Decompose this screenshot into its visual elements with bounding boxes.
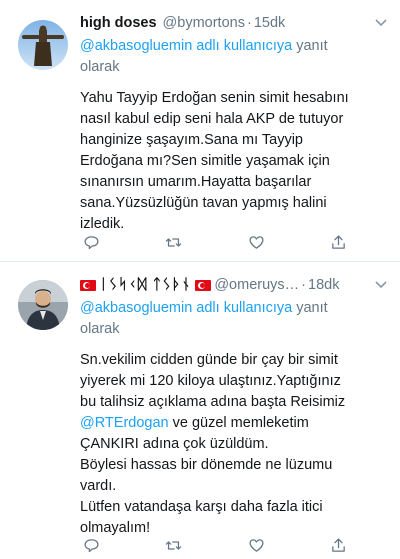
share-icon — [332, 537, 346, 552]
timestamp[interactable]: 18dk — [308, 277, 339, 293]
reply-button[interactable] — [80, 535, 102, 555]
reply-icon — [83, 538, 99, 552]
avatar[interactable] — [18, 20, 68, 70]
separator-dot: · — [301, 277, 306, 293]
reply-suffix: olarak — [80, 321, 120, 337]
user-handle[interactable]: @bymortons — [163, 15, 245, 31]
tweet-text-line: Yahu Tayyip Erdoğan senin simit hesabını — [80, 90, 349, 106]
like-button[interactable] — [245, 232, 267, 252]
reply-suffix: yanıt — [296, 300, 328, 316]
share-button[interactable] — [328, 535, 350, 555]
like-icon — [249, 235, 264, 249]
like-icon — [249, 538, 264, 552]
separator-dot: · — [246, 15, 252, 31]
reply-context: @akbasogluemin adlı kullanıcıya yanıt ol… — [80, 298, 388, 340]
retweet-icon — [165, 540, 182, 550]
reply-context: @akbasogluemin adlı kullanıcıya yanıt ol… — [80, 36, 388, 78]
tweet-text-line: Böylesi hassas bir dönemde ne lüzumu — [80, 457, 333, 473]
timestamp[interactable]: 15dk — [254, 15, 285, 31]
statue-avatar-icon — [18, 20, 68, 70]
chevron-down-icon[interactable] — [374, 12, 388, 34]
retweet-button[interactable] — [163, 232, 185, 252]
tweet-text-line: nasıl kabul edip seni hala AKP de tutuyo… — [80, 111, 344, 127]
man-avatar-icon — [18, 280, 68, 330]
reply-suffix: olarak — [80, 59, 120, 75]
user-handle[interactable]: @omeruys… — [214, 277, 299, 293]
tweet-card[interactable]: ᛁᛊᛋᚲᛞ ᛏᛊᚦᚾ @omeruys… · 18dk @akbasogluem… — [0, 262, 400, 559]
avatar[interactable] — [18, 280, 68, 330]
tweet-text-line: sana.Yüzsüzlüğün tavan yapmış halini — [80, 195, 327, 211]
tweet-text-line: Lütfen vatandaşa karşı daha fazla itici — [80, 499, 323, 515]
turkish-flag-icon — [195, 279, 212, 291]
mention-link[interactable]: @RTErdogan — [80, 415, 169, 431]
tweet-text: Yahu Tayyip Erdoğan senin simit hesabını… — [80, 88, 388, 235]
reply-mention-link[interactable]: @akbasogluemin adlı kullanıcıya — [80, 38, 292, 54]
retweet-button[interactable] — [163, 535, 185, 555]
reply-button[interactable] — [80, 232, 102, 252]
tweet-text-line: @RTErdogan ve güzel memleketim — [80, 413, 388, 434]
tweet-card[interactable]: high doses @bymortons · 15dk @akbasoglue… — [0, 0, 400, 262]
tweet-text-line: bu talihsiz açıklama adına başta Reisimi… — [80, 394, 346, 410]
display-name[interactable]: ᛁᛊᛋᚲᛞ ᛏᛊᚦᚾ — [99, 277, 191, 293]
tweet-text: Sn.vekilim cidden günde bir çay bir simi… — [80, 350, 388, 539]
tweet-text-line: yiyerek mi 120 kiloya ulaştınız.Yaptığın… — [80, 373, 341, 389]
display-name[interactable]: high doses — [80, 15, 157, 31]
tweet-text-line: ÇANKIRI adına çok üzüldüm. — [80, 436, 269, 452]
like-button[interactable] — [245, 535, 267, 555]
share-icon — [332, 234, 346, 249]
tweet-text-line: Sn.vekilim cidden günde bir çay bir simi… — [80, 352, 338, 368]
reply-mention-link[interactable]: @akbasogluemin adlı kullanıcıya — [80, 300, 292, 316]
tweet-actions — [80, 232, 350, 252]
tweet-text-line: vardı. — [80, 478, 117, 494]
retweet-icon — [165, 237, 182, 247]
reply-suffix: yanıt — [296, 38, 328, 54]
turkish-flag-icon — [80, 279, 96, 291]
tweet-text-line: hanginize şaşayım.Sana mı Tayyip — [80, 132, 303, 148]
tweet-text-line: Erdoğana mı?Sen simitle yaşamak için — [80, 153, 330, 169]
share-button[interactable] — [328, 232, 350, 252]
tweet-text-line: sınanırsın umarım.Hayatta başarılar — [80, 174, 312, 190]
chevron-down-icon[interactable] — [374, 274, 388, 296]
tweet-actions — [80, 535, 350, 555]
tweet-text-fragment: ve güzel memleketim — [168, 415, 309, 431]
reply-icon — [83, 235, 99, 249]
